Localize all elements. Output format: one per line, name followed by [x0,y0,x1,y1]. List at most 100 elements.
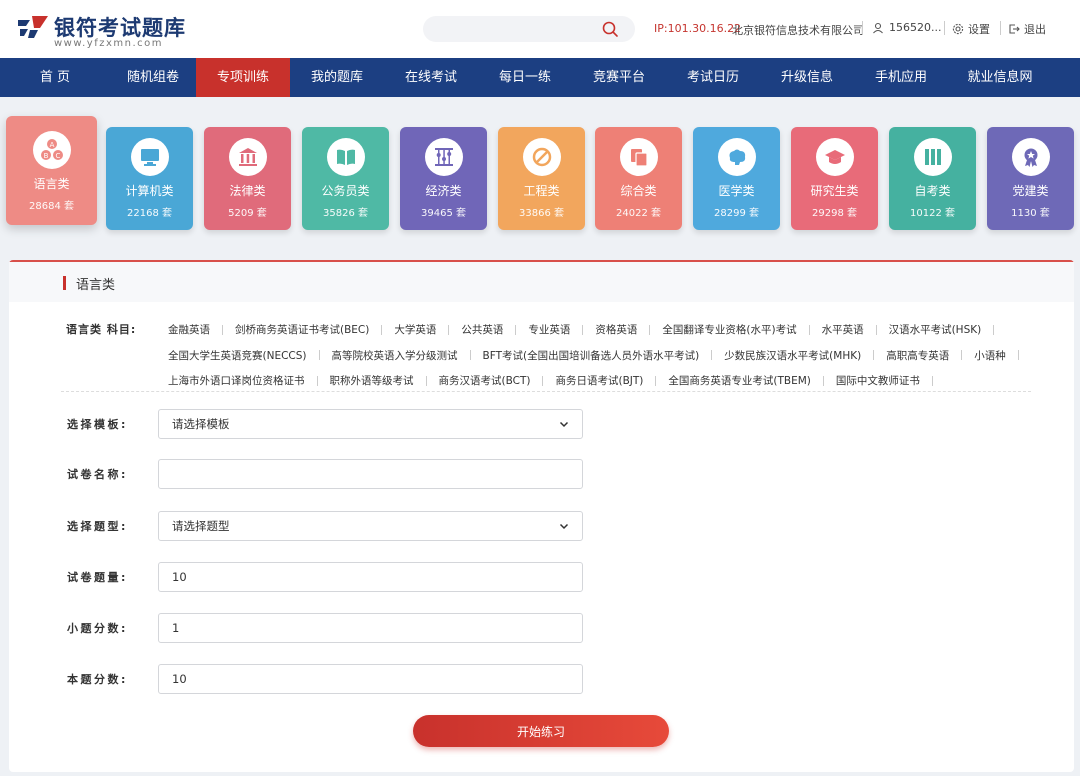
ip-address: IP:101.30.16.22 [654,22,742,35]
nav-item-exam-calendar[interactable]: 考试日历 [666,58,760,97]
settings-link[interactable]: 设置 [952,21,990,37]
nav-item-online-exam[interactable]: 在线考试 [384,58,478,97]
subject-item[interactable]: 少数民族汉语水平考试(MHK) [724,348,861,363]
category-civil-servant[interactable]: 公务员类 35826 套 [302,127,389,230]
search-icon[interactable] [601,20,619,38]
category-language[interactable]: A B C 语言类 28684 套 [6,116,97,225]
subject-item[interactable]: 大学英语 [394,322,436,337]
svg-text:C: C [55,152,60,160]
svg-text:A: A [49,141,54,149]
top-header: 银符考试题库 www.yfzxmn.com IP:101.30.16.22 北京… [0,0,1080,58]
category-name: 工程类 [523,184,560,198]
subject-item[interactable]: 全国商务英语专业考试(TBEM) [668,373,811,388]
subject-item[interactable]: 资格英语 [595,322,637,337]
template-label: 选择模板: [67,418,128,431]
subject-item[interactable]: BFT考试(全国出国培训备选人员外语水平考试) [483,348,700,363]
start-practice-button[interactable]: 开始练习 [413,715,669,747]
subject-divider [582,324,584,335]
subject-divider [931,375,933,386]
subject-item[interactable]: 水平英语 [822,322,864,337]
question-type-select[interactable]: 请选择题型 [158,511,583,541]
svg-text:B: B [43,152,48,160]
subject-item[interactable]: 小语种 [974,348,1006,363]
nav-item-home[interactable]: 首 页 [0,58,110,97]
subject-item[interactable]: 剑桥商务英语证书考试(BEC) [235,322,369,337]
subject-divider [808,324,810,335]
subject-item[interactable]: 商务日语考试(BJT) [555,373,643,388]
subject-item[interactable]: 专业英语 [528,322,570,337]
main-nav: 首 页 随机组卷 专项训练 我的题库 在线考试 每日一练 竞赛平台 考试日历 升… [0,58,1080,97]
logout-icon [1009,24,1020,34]
user-account[interactable]: 156520... [872,21,941,34]
subject-item[interactable]: 高职高专英语 [886,348,949,363]
subject-item[interactable]: 全国大学生英语竞赛(NECCS) [168,348,307,363]
subject-item[interactable]: 公共英语 [461,322,503,337]
logo-url: www.yfzxmn.com [54,38,164,49]
total-score-input[interactable] [158,664,583,694]
nav-item-daily-practice[interactable]: 每日一练 [478,58,572,97]
subject-divider [1017,350,1019,361]
category-self-study[interactable]: 自考类 10122 套 [889,127,976,230]
books-icon [913,138,952,176]
category-graduate[interactable]: 研究生类 29298 套 [791,127,878,230]
nav-item-special-training[interactable]: 专项训练 [196,58,290,97]
category-count: 10122 套 [910,208,955,219]
logout-link[interactable]: 退出 [1008,21,1046,37]
subject-divider [875,324,877,335]
item-score-input[interactable] [158,613,583,643]
category-name: 法律类 [229,184,266,198]
header-divider [862,21,863,35]
category-name: 党建类 [1012,184,1049,198]
category-count: 1130 套 [1011,208,1050,219]
category-engineering[interactable]: 工程类 33866 套 [498,127,585,230]
template-select[interactable]: 请选择模板 [158,409,583,439]
category-party-building[interactable]: 党建类 1130 套 [987,127,1074,230]
header-divider [944,21,945,35]
nav-item-upgrade-info[interactable]: 升级信息 [760,58,854,97]
subject-item[interactable]: 商务汉语考试(BCT) [439,373,531,388]
site-logo[interactable]: 银符考试题库 www.yfzxmn.com [16,10,185,50]
subject-divider [318,350,320,361]
category-general[interactable]: 综合类 24022 套 [595,127,682,230]
category-count: 22168 套 [127,208,172,219]
subject-divider [469,350,471,361]
item-score-label: 小题分数: [67,622,128,635]
nav-item-my-bank[interactable]: 我的题库 [290,58,384,97]
panel-title-marker [63,276,66,290]
subject-divider [542,375,544,386]
nav-item-jobs[interactable]: 就业信息网 [948,58,1052,97]
panel-header: 语言类 [9,262,1074,302]
logout-label: 退出 [1024,23,1046,36]
category-medicine[interactable]: 医学类 28299 套 [693,127,780,230]
nav-item-mobile-app[interactable]: 手机应用 [854,58,948,97]
user-icon [873,22,883,33]
category-count: 39465 套 [421,208,466,219]
category-name: 综合类 [620,184,657,198]
subject-item[interactable]: 金融英语 [168,322,210,337]
triangle-ruler-icon [522,138,561,176]
nav-item-random-paper[interactable]: 随机组卷 [110,58,196,97]
question-count-input[interactable] [158,562,583,592]
subject-item[interactable]: 全国翻译专业资格(水平)考试 [662,322,796,337]
nav-item-competition[interactable]: 竞赛平台 [572,58,666,97]
subject-item[interactable]: 上海市外语口译岗位资格证书 [168,373,305,388]
category-name: 计算机类 [125,184,174,198]
courthouse-icon [228,138,267,176]
category-count: 28684 套 [29,201,74,212]
subject-divider [222,324,223,335]
subject-item[interactable]: 高等院校英语入学分级测试 [332,348,458,363]
subject-item[interactable]: 国际中文教师证书 [836,373,920,388]
category-count: 33866 套 [519,208,564,219]
category-count: 29298 套 [812,208,857,219]
subject-label: 语言类 科目: [66,323,137,336]
category-law[interactable]: 法律类 5209 套 [204,127,291,230]
category-computer[interactable]: 计算机类 22168 套 [106,127,193,230]
documents-icon [619,138,658,176]
graduation-cap-icon [815,138,854,176]
subject-item[interactable]: 职称外语等级考试 [330,373,414,388]
chevron-down-icon [559,523,569,530]
subject-item[interactable]: 汉语水平考试(HSK) [889,322,982,337]
subject-divider [822,375,824,386]
paper-name-input[interactable] [158,459,583,489]
category-economics[interactable]: 经济类 39465 套 [400,127,487,230]
